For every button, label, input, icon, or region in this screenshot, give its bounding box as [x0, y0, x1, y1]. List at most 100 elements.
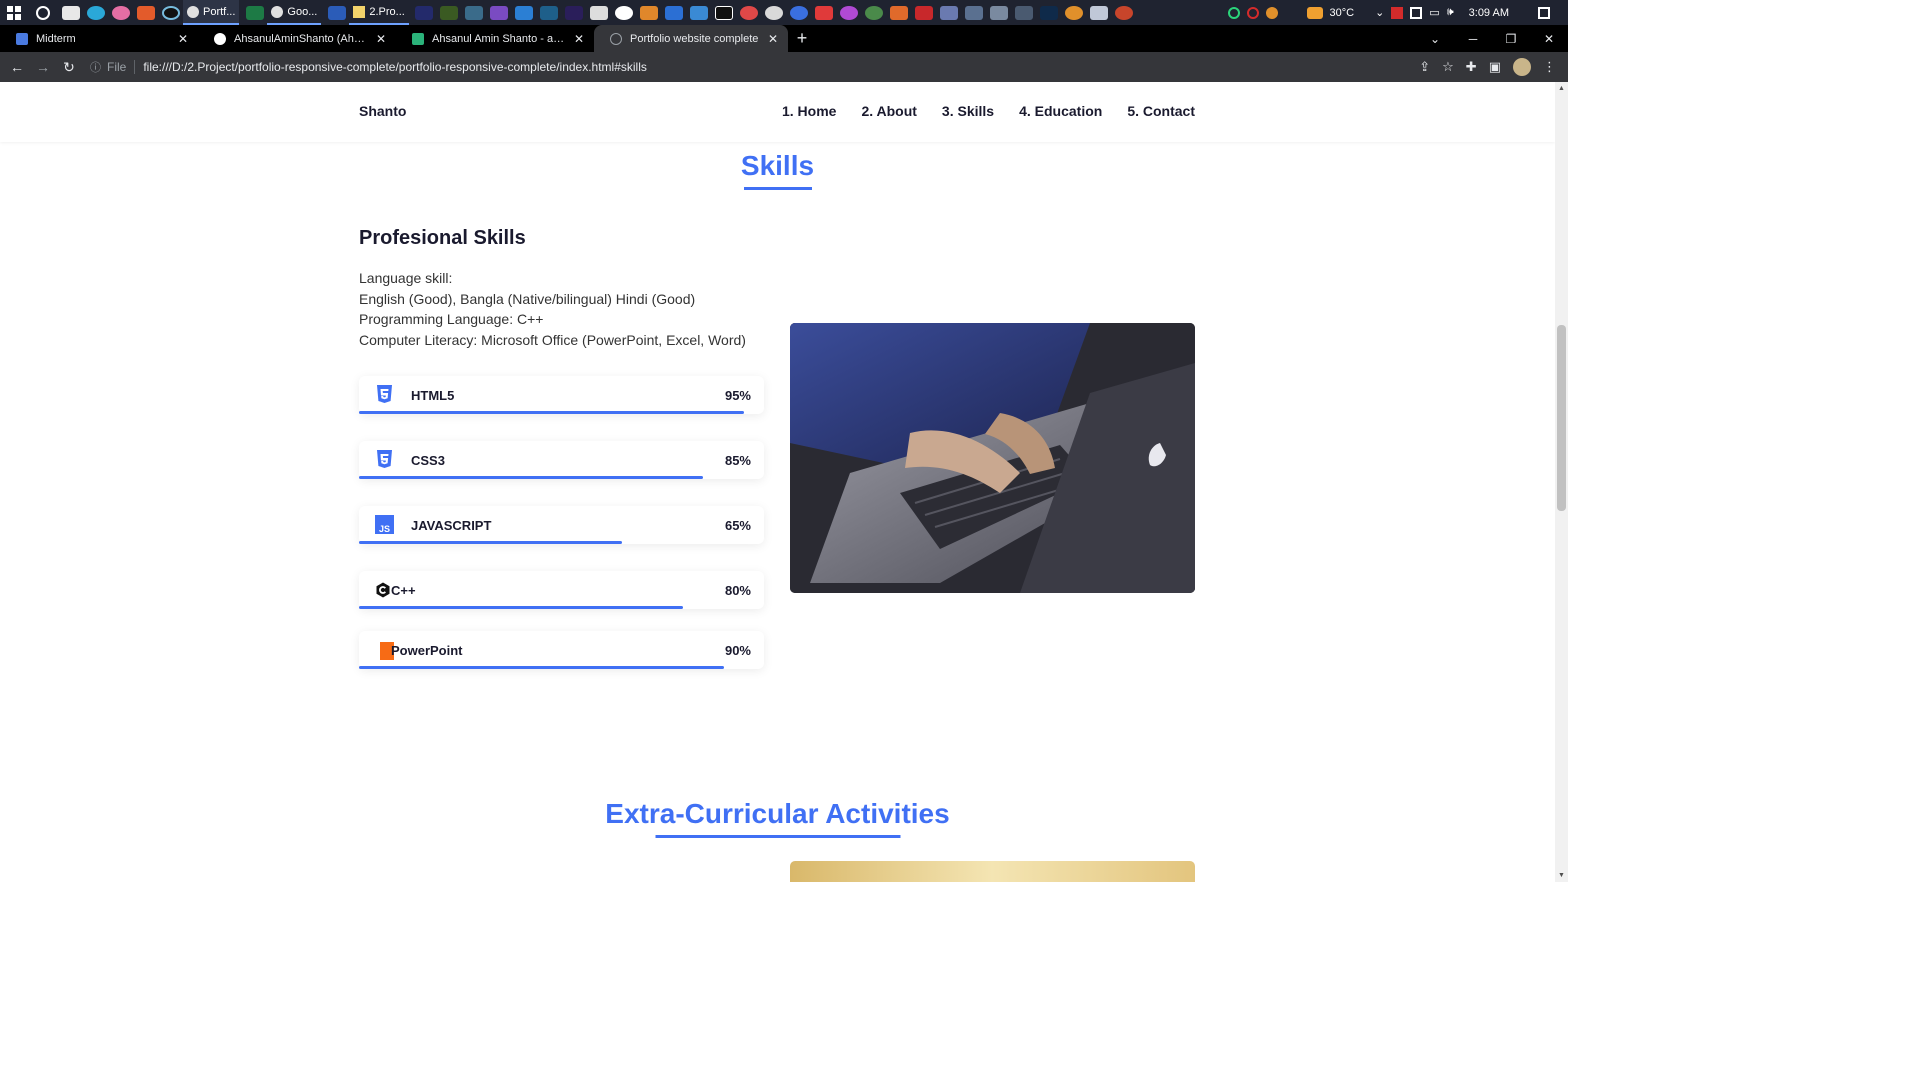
close-window-icon[interactable]: ✕ — [1530, 32, 1568, 46]
new-tab-icon[interactable]: + — [788, 25, 816, 52]
notifications-icon[interactable] — [1538, 6, 1550, 19]
close-tab-icon[interactable]: ✕ — [768, 32, 778, 46]
network-icon[interactable]: ▭ — [1429, 6, 1439, 19]
app-tray-icon[interactable] — [1410, 6, 1423, 19]
page-scrollbar[interactable]: ▲ ▼ — [1555, 82, 1568, 882]
browser-tab-active[interactable]: Portfolio website complete ✕ — [594, 25, 788, 52]
app-tray-icon[interactable] — [1265, 6, 1278, 19]
app-icon[interactable] — [1090, 5, 1109, 20]
skill-progress — [359, 476, 704, 479]
app-icon[interactable] — [790, 5, 809, 20]
settings-app-icon[interactable] — [465, 5, 484, 20]
app-icon[interactable] — [615, 5, 634, 20]
nav-home[interactable]: 1. Home — [782, 103, 836, 119]
animate-icon[interactable] — [415, 5, 434, 20]
weather-temperature[interactable]: 30°C — [1330, 7, 1355, 19]
app-icon[interactable] — [815, 5, 834, 20]
app-icon[interactable] — [940, 5, 959, 20]
text-line: Language skill: — [359, 270, 453, 286]
paint-app-icon[interactable] — [111, 5, 130, 20]
app-icon[interactable] — [740, 5, 759, 20]
clock-time[interactable]: 3:09 AM — [1469, 7, 1509, 19]
app-icon[interactable] — [1065, 5, 1084, 20]
scheme-label: File — [107, 60, 136, 74]
color-app-icon[interactable] — [161, 5, 180, 20]
skill-bar-cpp: C++ 80% — [359, 571, 764, 609]
app-icon[interactable] — [590, 5, 609, 20]
browser-tab[interactable]: AhsanulAminShanto (Ahsanul Am ✕ — [198, 25, 396, 52]
word-icon[interactable] — [327, 5, 346, 20]
skill-progress — [359, 606, 683, 609]
close-tab-icon[interactable]: ✕ — [178, 32, 188, 46]
app-icon[interactable] — [840, 5, 859, 20]
taskbar-app-google[interactable]: Goo... — [267, 0, 322, 25]
nav-education[interactable]: 4. Education — [1019, 103, 1102, 119]
app-icon[interactable] — [990, 5, 1009, 20]
tab-favicon — [412, 32, 424, 45]
store-app-icon[interactable] — [136, 5, 155, 20]
profile-avatar[interactable] — [1513, 58, 1531, 76]
app-icon[interactable] — [865, 5, 884, 20]
scroll-down-icon[interactable]: ▼ — [1558, 872, 1565, 879]
system-tray: 30°C ⌄ ▭ 🕪 3:09 AM — [1227, 6, 1569, 19]
excel-icon[interactable] — [245, 5, 264, 20]
chevron-up-icon[interactable]: ⌄ — [1375, 6, 1384, 19]
restore-icon[interactable]: ❐ — [1492, 32, 1530, 46]
app-icon[interactable] — [890, 5, 909, 20]
volume-icon[interactable]: 🕪 — [1447, 6, 1454, 19]
taskbar-app-folder[interactable]: 2.Pro... — [349, 0, 409, 25]
acrobat-icon[interactable] — [915, 5, 934, 20]
bookmark-star-icon[interactable]: ☆ — [1442, 59, 1454, 75]
skill-percent: 85% — [724, 453, 751, 468]
powerpoint-app-icon[interactable] — [1115, 5, 1134, 20]
chrome-icon[interactable] — [765, 5, 784, 20]
site-logo[interactable]: Shanto — [359, 103, 406, 119]
app-icon[interactable] — [965, 5, 984, 20]
app-icon[interactable] — [1015, 5, 1034, 20]
pycharm-icon[interactable] — [715, 5, 734, 20]
menu-dots-icon[interactable]: ⋮ — [1543, 59, 1556, 75]
close-tab-icon[interactable]: ✕ — [376, 32, 386, 46]
tab-search-icon[interactable]: ⌄ — [1416, 32, 1454, 46]
windows-start-icon[interactable] — [0, 0, 28, 25]
browser-tab[interactable]: Midterm ✕ — [0, 25, 198, 52]
skill-progress — [359, 411, 744, 414]
side-panel-icon[interactable]: ▣ — [1489, 59, 1501, 75]
visual-studio-icon[interactable] — [490, 5, 509, 20]
window-controls: ⌄ ─ ❐ ✕ — [1416, 25, 1568, 52]
vscode-icon[interactable] — [515, 5, 534, 20]
taskbar-app-portfolio[interactable]: Portf... — [183, 0, 240, 25]
reload-icon[interactable]: ↻ — [56, 59, 82, 76]
minimize-icon[interactable]: ─ — [1454, 32, 1492, 46]
back-icon[interactable]: ← — [4, 59, 30, 75]
browser-tab[interactable]: Ahsanul Amin Shanto - ahsanula ✕ — [396, 25, 594, 52]
extensions-icon[interactable]: ✚ — [1466, 59, 1477, 75]
tab-title: Ahsanul Amin Shanto - ahsanula — [432, 32, 568, 45]
nav-about[interactable]: 2. About — [861, 103, 916, 119]
share-icon[interactable]: ⇪ — [1419, 59, 1430, 75]
scroll-up-icon[interactable]: ▲ — [1558, 85, 1565, 92]
antivirus-icon[interactable] — [1391, 6, 1404, 19]
forward-icon[interactable]: → — [30, 59, 56, 75]
photoshop-icon[interactable] — [1040, 5, 1059, 20]
nav-contact[interactable]: 5. Contact — [1127, 103, 1195, 119]
premiere-icon[interactable] — [565, 5, 584, 20]
app-icon[interactable] — [640, 5, 659, 20]
nav-skills[interactable]: 3. Skills — [942, 103, 994, 119]
app-tray-icon[interactable] — [1246, 6, 1259, 19]
nvidia-icon[interactable] — [440, 5, 459, 20]
edge-icon[interactable] — [86, 5, 105, 20]
windows-taskbar: Portf... Goo... 2.Pro... 30°C ⌄ ▭ 🕪 3:09… — [0, 0, 1568, 25]
address-bar[interactable]: ⓘ File file:///D:/2.Project/portfolio-re… — [90, 55, 1419, 79]
app-icon[interactable] — [665, 5, 684, 20]
scrollbar-thumb[interactable] — [1557, 325, 1566, 511]
close-tab-icon[interactable]: ✕ — [574, 32, 584, 46]
app-icon[interactable] — [540, 5, 559, 20]
calendar-app-icon[interactable] — [61, 5, 80, 20]
info-icon[interactable]: ⓘ — [90, 59, 101, 75]
url-text[interactable]: file:///D:/2.Project/portfolio-responsiv… — [143, 60, 647, 74]
mail-icon[interactable] — [690, 5, 709, 20]
search-icon[interactable] — [36, 5, 50, 20]
app-tray-icon[interactable] — [1227, 6, 1240, 19]
weather-icon[interactable] — [1306, 6, 1323, 19]
